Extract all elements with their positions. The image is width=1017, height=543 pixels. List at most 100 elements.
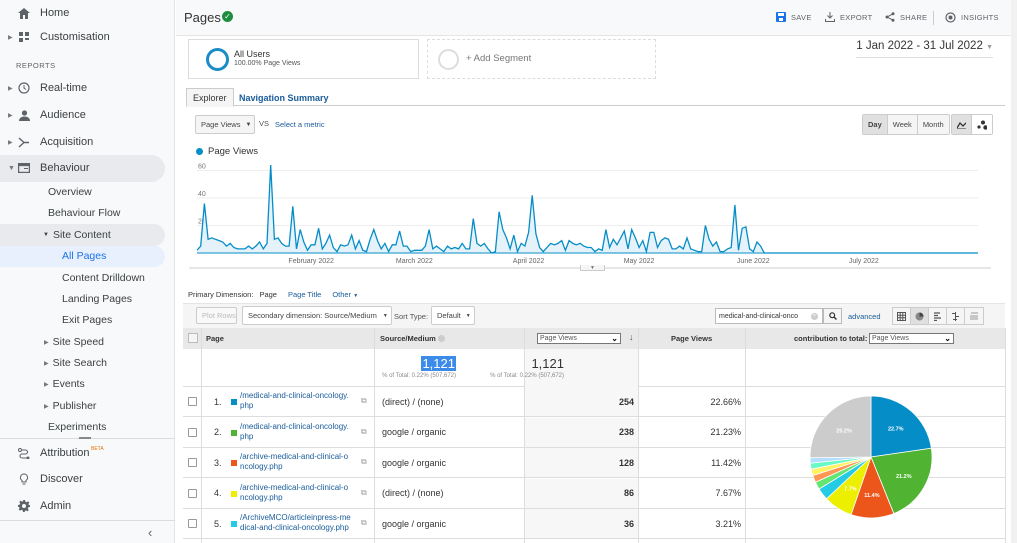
table-view-toggle	[892, 307, 984, 325]
insights-button[interactable]: INSIGHTS	[945, 12, 999, 23]
performance-view-icon[interactable]	[929, 308, 947, 324]
tab-explorer[interactable]: Explorer	[186, 88, 234, 107]
add-segment-button[interactable]: + Add Segment	[427, 39, 656, 79]
page-link[interactable]: /archive-medical-and-clinical-o ncology.p…	[240, 483, 348, 503]
contribution-metric-select[interactable]: Page Views ⌄	[869, 333, 954, 344]
motion-chart-icon[interactable]	[972, 115, 992, 134]
table-view-icon[interactable]	[893, 308, 911, 324]
row-checkbox[interactable]	[188, 397, 197, 406]
chevron-left-icon[interactable]: ‹	[148, 525, 152, 540]
open-page-icon[interactable]: ⧉	[361, 396, 367, 406]
sidebar-item-content-drilldown[interactable]: Content Drilldown	[62, 268, 145, 288]
sidebar-item-site-content[interactable]: ▼ Site Content	[43, 225, 111, 245]
secondary-dimension-dropdown[interactable]: Secondary dimension: Source/Medium ▼	[242, 306, 392, 325]
advanced-link[interactable]: advanced	[848, 312, 881, 321]
search-button[interactable]	[823, 308, 842, 324]
x-tick-label: April 2022	[513, 258, 545, 265]
open-page-icon[interactable]: ⧉	[361, 518, 367, 528]
page-views-value: 254	[524, 387, 638, 416]
segment-all-users[interactable]: All Users 100.00% Page Views	[188, 39, 419, 79]
open-page-icon[interactable]: ⧉	[361, 427, 367, 437]
comparison-view-icon[interactable]	[947, 308, 965, 324]
page-link[interactable]: /archive-medical-and-clinical-o ncology.p…	[240, 452, 348, 472]
row-checkbox[interactable]	[188, 427, 197, 437]
source-medium-value: google / organic	[382, 518, 447, 529]
dimension-other[interactable]: Other ▼	[332, 290, 358, 299]
export-button[interactable]: EXPORT	[825, 12, 873, 22]
column-source-medium[interactable]: Source/Medium	[380, 334, 445, 343]
scroll-handle[interactable]	[79, 437, 91, 439]
column-divider	[374, 328, 375, 543]
expand-arrow-icon: ▶	[44, 339, 49, 346]
row-color-swatch	[231, 399, 237, 405]
open-page-icon[interactable]: ⧉	[361, 457, 367, 467]
report-tabs: Explorer Navigation Summary	[186, 88, 1005, 107]
pie-slice	[809, 395, 872, 459]
column-divider	[524, 328, 525, 543]
expand-arrow-icon: ▶	[44, 403, 49, 410]
open-page-icon[interactable]: ⧉	[361, 488, 367, 498]
sidebar-item-events[interactable]: ▶ Events	[44, 374, 85, 394]
chart-collapse-handle[interactable]: ▼	[580, 265, 605, 271]
page-link[interactable]: /ArchiveMCO/articleinpress-me dical-and-c…	[240, 513, 351, 533]
select-all-checkbox[interactable]	[188, 333, 198, 343]
sidebar-item-site-speed[interactable]: ▶ Site Speed	[44, 332, 104, 352]
date-range-picker[interactable]: 1 Jan 2022 - 31 Jul 2022 ▼	[856, 40, 993, 58]
row-number: 1.	[214, 396, 222, 407]
row-color-swatch	[231, 490, 237, 497]
behaviour-icon	[17, 161, 31, 175]
pie-view-icon[interactable]	[911, 308, 929, 324]
remove-dimension-icon[interactable]	[437, 335, 445, 342]
metric-column-select[interactable]: Page Views ⌄	[537, 333, 621, 344]
chevron-down-icon: ⌄	[944, 334, 951, 343]
sidebar-item-landing-pages[interactable]: Landing Pages	[62, 289, 132, 309]
page-views-chart: 204060February 2022 March 2022 April 2022 M…	[189, 164, 991, 269]
sort-descending-icon[interactable]: ↓	[629, 332, 634, 342]
page-title: Pages	[184, 10, 221, 25]
row-checkbox[interactable]	[188, 519, 197, 528]
page-link[interactable]: /medical-and-clinical-oncology. php	[240, 422, 349, 442]
row-checkbox[interactable]	[188, 458, 197, 467]
x-tick-label: June 2022	[737, 258, 770, 265]
granularity-month[interactable]: Month	[918, 115, 949, 134]
granularity-week[interactable]: Week	[888, 115, 918, 134]
table-search-input[interactable]: medical-and-clinical-onco ×	[715, 308, 823, 324]
sidebar-item-exit-pages[interactable]: Exit Pages	[62, 310, 112, 330]
term-cloud-view-icon[interactable]	[965, 308, 983, 324]
pie-slice-label: 21.2%	[896, 474, 912, 480]
column-page-views[interactable]: Page Views	[671, 334, 712, 343]
area-fill	[197, 165, 978, 253]
page-views-value: 86	[524, 478, 638, 508]
row-checkbox[interactable]	[188, 488, 197, 498]
sidebar-item-overview[interactable]: Overview	[48, 182, 92, 202]
select-metric-link[interactable]: Select a metric	[275, 120, 325, 129]
sidebar-item-site-search[interactable]: ▶ Site Search	[44, 353, 107, 373]
row-number: 2.	[214, 427, 222, 437]
save-button[interactable]: SAVE	[776, 12, 812, 22]
clear-search-icon[interactable]: ×	[811, 312, 818, 320]
acquisition-icon	[17, 135, 31, 149]
x-tick-label: February 2022	[288, 258, 334, 265]
share-button[interactable]: SHARE	[885, 12, 927, 22]
sidebar-item-behaviour-flow[interactable]: Behaviour Flow	[48, 203, 120, 223]
sort-type-dropdown[interactable]: Default ▼	[431, 306, 475, 325]
sidebar-item-publisher[interactable]: ▶ Publisher	[44, 396, 96, 416]
tab-navigation-summary[interactable]: Navigation Summary	[233, 88, 335, 107]
contribution-label: contribution to total:	[794, 334, 868, 343]
line-chart-icon[interactable]	[952, 115, 972, 134]
beta-badge: BETA	[91, 446, 104, 452]
page-scrollbar[interactable]	[1011, 0, 1017, 543]
chevron-down-icon: ▼	[245, 121, 252, 128]
granularity-day[interactable]: Day	[863, 115, 888, 134]
plot-rows-button[interactable]: Plot Rows	[196, 307, 237, 324]
sidebar-item-all-pages[interactable]: All Pages	[62, 246, 106, 266]
sidebar: Home ▶ Customisation REPORTS ▶ Real-time…	[0, 0, 175, 543]
column-page[interactable]: Page	[206, 334, 224, 343]
sidebar-item-experiments[interactable]: Experiments	[48, 417, 106, 437]
dimension-page-title[interactable]: Page Title	[288, 290, 321, 299]
dimension-page[interactable]: Page	[259, 290, 277, 299]
chevron-down-icon: ▼	[382, 312, 388, 319]
page-link[interactable]: /medical-and-clinical-oncology. php	[240, 391, 349, 411]
metric-dropdown[interactable]: Page Views ▼	[195, 115, 255, 134]
totals-value: 1,121	[531, 356, 564, 371]
